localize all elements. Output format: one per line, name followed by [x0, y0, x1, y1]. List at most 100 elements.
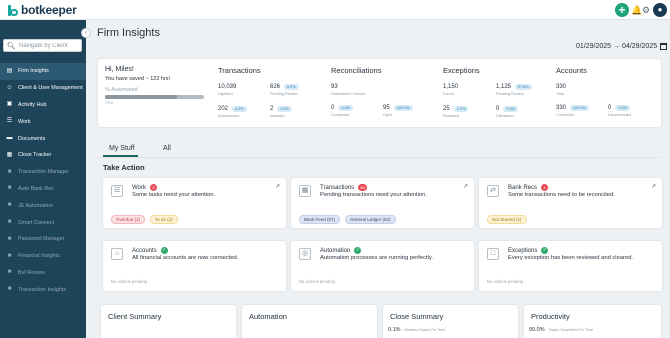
- automated-label: % Automated: [105, 87, 138, 93]
- exceptions-card[interactable]: □ Exceptions ✓ Every exception has been r…: [479, 241, 662, 291]
- stat-statements-fetched: 93 Statements Fetched: [331, 84, 365, 96]
- card-title: Productivity: [531, 312, 570, 321]
- stat-resolved: 25 2.2% Resolved: [443, 106, 469, 118]
- close-summary-card: Close Summary 0.1% Months Closed On Time: [383, 305, 518, 338]
- client-summary-card: Client Summary: [101, 305, 236, 338]
- lock-icon: ■: [7, 269, 12, 276]
- stat-found: 1,150 Found: [443, 84, 458, 96]
- date-from: 01/29/2025: [576, 43, 612, 50]
- stat-percent-pill: 6.2%: [284, 84, 299, 90]
- calendar-icon: ▦: [6, 151, 13, 158]
- work-card[interactable]: ☰ Work 3 Some tasks need your attention. …: [103, 178, 286, 228]
- sidebar-item-label: JE Automation: [18, 202, 53, 209]
- client-search-input[interactable]: [18, 42, 81, 49]
- sidebar-item-firm-insights[interactable]: ▤ Firm Insights: [0, 63, 86, 80]
- greeting: Hi, Miles!: [105, 66, 134, 73]
- card-title: Work: [132, 184, 146, 191]
- check-circle-icon: ✓: [354, 247, 362, 254]
- date-range-picker[interactable]: 01/29/2025 → 04/29/2025: [576, 41, 668, 52]
- sidebar-item-je-automation[interactable]: ■ JE Automation: [0, 197, 86, 214]
- tab-my-stuff[interactable]: My Stuff: [109, 145, 135, 152]
- logo-mark: [8, 4, 20, 16]
- sidebar-item-label: Smart Connect: [18, 219, 54, 226]
- lock-icon: ■: [7, 168, 12, 175]
- sidebar-item-label: Firm Insights: [18, 68, 49, 75]
- folder-icon: ▬: [6, 135, 13, 142]
- todo-tag[interactable]: To do (2): [150, 215, 178, 224]
- card-title: Accounts: [132, 247, 157, 254]
- external-link-icon[interactable]: ↗: [651, 183, 656, 190]
- lock-icon: ■: [7, 219, 12, 226]
- sidebar-item-documents[interactable]: ▬ Documents: [0, 130, 86, 147]
- stat-label: Disconnected: [608, 113, 632, 117]
- sidebar-item-transaction-manager[interactable]: ■ Transaction Manager: [0, 164, 86, 181]
- sidebar-item-transaction-insights[interactable]: ■ Transaction Insights: [0, 281, 86, 298]
- stat-exceptions-pending: 1,125 97.8% Pending Review: [496, 84, 532, 96]
- automation-summary-card: Automation: [242, 305, 377, 338]
- sidebar-item-auto-bank-rec[interactable]: ■ Auto Bank Rec: [0, 181, 86, 198]
- user-avatar-icon[interactable]: ●: [653, 3, 667, 17]
- sidebar-item-financial-insights[interactable]: ■ Financial Insights: [0, 248, 86, 265]
- tab-all[interactable]: All: [163, 145, 171, 152]
- sidebar-item-label: Work: [18, 118, 31, 125]
- no-actions-text: No actions pending: [111, 279, 147, 284]
- stat-label: Total: [556, 92, 565, 96]
- general-ledger-tag[interactable]: General Ledger (52): [345, 215, 396, 224]
- take-action-title: Take Action: [103, 163, 145, 172]
- botkeeper-logo[interactable]: botkeeper: [8, 3, 77, 17]
- automation-card[interactable]: ◎ Automation ✓ Automation processes are r…: [291, 241, 474, 291]
- sidebar-item-bvi-review[interactable]: ■ BvI Review: [0, 265, 86, 282]
- productivity-card: Productivity 99.0% Tasks Completed On Tim…: [524, 305, 661, 338]
- robot-icon: ◎: [299, 248, 311, 260]
- stat-value: 1,150: [443, 84, 459, 90]
- stat-value: 0: [608, 105, 612, 111]
- sidebar-item-client-user-management[interactable]: ☺ Client & User Management: [0, 80, 86, 97]
- stat-connected: 330 100.0% Connected: [556, 105, 589, 117]
- stat-percent-pill: 100.0%: [393, 105, 413, 111]
- external-link-icon[interactable]: ↗: [463, 183, 468, 190]
- sidebar-item-work[interactable]: ☰ Work: [0, 113, 86, 130]
- stat-label: Assisted: [270, 114, 285, 118]
- stat-percent-pill: 2.2%: [453, 106, 469, 112]
- stat-label: Ingested: [218, 92, 233, 96]
- card-subtitle: Automation processes are running perfect…: [320, 255, 433, 261]
- bell-icon[interactable]: 🔔: [631, 4, 642, 16]
- bank-recs-card[interactable]: ⇄ Bank Recs 1 Some transactions need to b…: [479, 178, 662, 228]
- exceptions-icon: □: [487, 248, 499, 260]
- logo-text: botkeeper: [21, 3, 77, 17]
- transactions-card[interactable]: ▦ Transactions 63 Pending transactions ne…: [291, 178, 474, 228]
- external-link-icon[interactable]: ↗: [275, 183, 280, 190]
- transactions-icon: ▦: [299, 185, 311, 197]
- gear-icon[interactable]: ⚙: [641, 4, 651, 16]
- card-subtitle: Some tasks need your attention.: [132, 192, 216, 198]
- top-bar: botkeeper + 🔔 ⚙ ●: [0, 0, 670, 20]
- sidebar-item-close-tracker[interactable]: ▦ Close Tracker: [0, 147, 86, 164]
- sidebar-item-password-manager[interactable]: ■ Password Manager: [0, 231, 86, 248]
- summary-card: Hi, Miles! You have saved ~ 122 hrs! % A…: [98, 59, 661, 127]
- stat-disconnected: 0 0.0% Disconnected: [608, 105, 631, 117]
- sidebar-item-smart-connect[interactable]: ■ Smart Connect: [0, 214, 86, 231]
- card-subtitle: All financial accounts are now connected…: [132, 255, 239, 261]
- client-search[interactable]: 🔍︎: [3, 39, 82, 52]
- page-title: Firm Insights: [97, 27, 160, 39]
- automated-value: 73%: [105, 100, 114, 105]
- sidebar-collapse-button[interactable]: ‹: [81, 28, 91, 38]
- productivity-stat: 99.0% Tasks Completed On Time: [529, 327, 593, 333]
- stat-label: Connected: [556, 113, 575, 117]
- overdue-tag[interactable]: Overdue (1): [111, 215, 146, 224]
- sidebar-item-label: Financial Insights: [18, 253, 60, 260]
- add-button[interactable]: +: [615, 3, 629, 17]
- home-icon: ▤: [6, 67, 13, 74]
- bank-feed-tag[interactable]: Bank Feed (57): [299, 215, 341, 224]
- tag-row: Bank Feed (57) General Ledger (52): [299, 215, 401, 224]
- bank-recs-icon: ⇄: [487, 185, 499, 197]
- stat-value: 99.0%: [529, 327, 545, 333]
- sidebar-item-activity-hub[interactable]: ▣ Activity Hub: [0, 97, 86, 114]
- automated-progress-bar: [105, 95, 204, 99]
- accounts-card[interactable]: ⌂ Accounts ✓ All financial accounts are n…: [103, 241, 286, 291]
- stat-label: Completed: [331, 113, 350, 117]
- stat-value: 2: [270, 106, 274, 112]
- automated-progress-fill: [105, 95, 178, 99]
- not-started-tag[interactable]: Not Started (1): [487, 215, 527, 224]
- list-icon: ☰: [6, 118, 13, 125]
